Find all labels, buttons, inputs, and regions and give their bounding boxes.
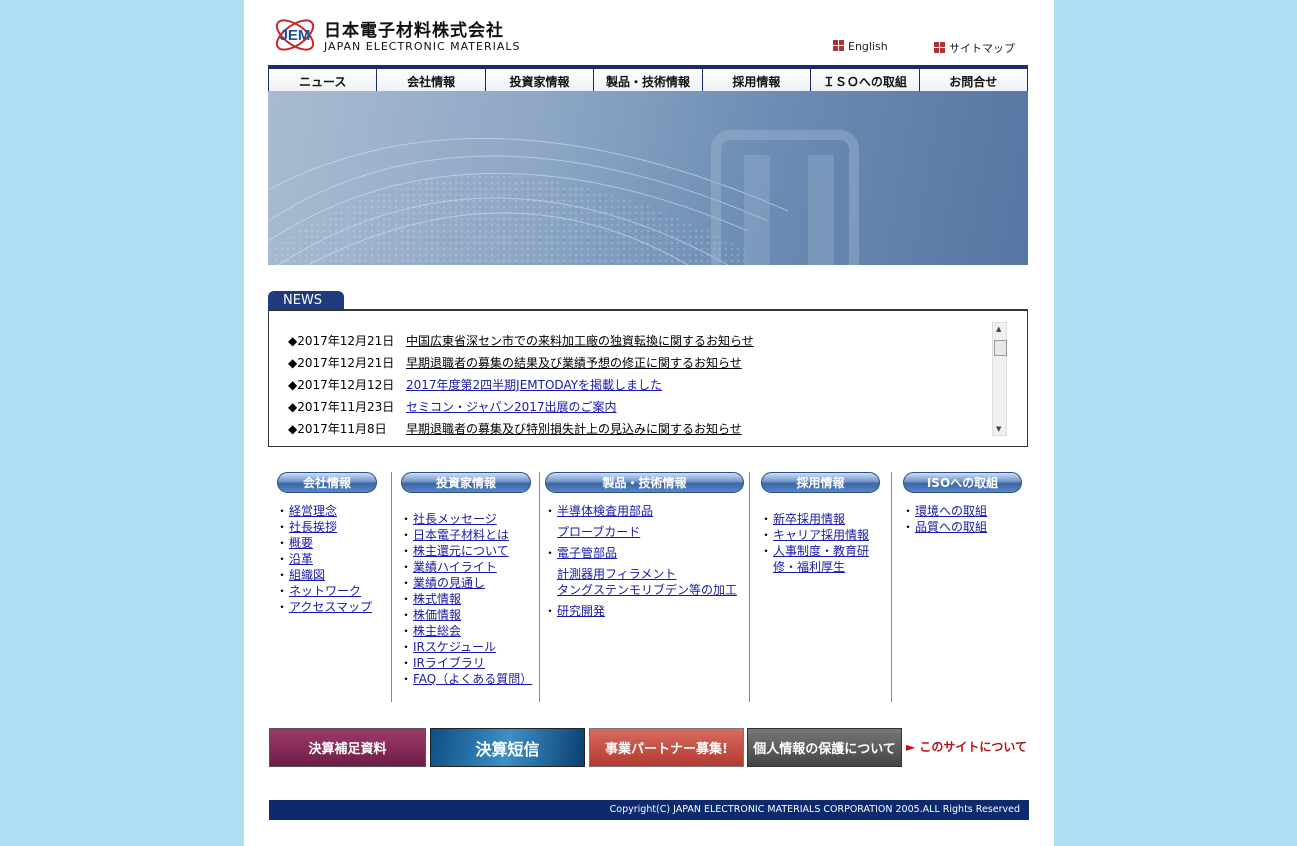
news-link[interactable]: 早期退職者の募集の結果及び業績予想の修正に関するお知らせ xyxy=(406,356,742,370)
list-item: 沿革 xyxy=(276,551,372,567)
list-item: FAQ（よくある質問） xyxy=(400,671,533,687)
company-links: 経営理念 社長挨拶 概要 沿革 組織図 ネットワーク アクセスマップ xyxy=(276,503,372,615)
jem-logo-icon: JEM xyxy=(275,19,315,51)
products-heading[interactable]: 製品・技術情報 xyxy=(545,472,744,493)
news-item: ◆2017年11月23日 セミコン・ジャパン2017出展のご案内 xyxy=(288,400,617,414)
list-item: 計測器用フィラメント xyxy=(557,567,677,581)
column-divider xyxy=(391,472,392,702)
list-item: タングステンモリブデン等の加工 xyxy=(557,583,738,597)
about-site-link[interactable]: ► このサイトについて xyxy=(906,738,1027,755)
english-link[interactable]: English xyxy=(833,40,888,53)
list-item: 人事制度・教育研修・福利厚生 xyxy=(760,543,875,575)
list-item: IRライブラリ xyxy=(400,655,533,671)
list-item: 品質への取組 xyxy=(902,519,987,535)
products-links: 半導体検査用部品 プローブカード 電子管部品 計測器用フィラメント タングステン… xyxy=(544,503,745,619)
list-item: 業績ハイライト xyxy=(400,559,533,575)
list-item: 社長挨拶 xyxy=(276,519,372,535)
list-item: 電子管部品 xyxy=(544,545,745,561)
iso-links: 環境への取組 品質への取組 xyxy=(902,503,987,535)
list-item: 組織図 xyxy=(276,567,372,583)
list-item: IRスケジュール xyxy=(400,639,533,655)
list-item: 業績の見通し xyxy=(400,575,533,591)
news-link[interactable]: 中国広東省深セン市での来料加工廠の独資転換に関するお知らせ xyxy=(406,334,754,348)
news-item: ◆2017年12月12日 2017年度第2四半期JEMTODAYを掲載しました xyxy=(288,378,663,392)
financial-supplement-banner[interactable]: 決算補足資料 xyxy=(269,728,426,767)
recruit-heading[interactable]: 採用情報 xyxy=(761,472,880,493)
list-item: 株主還元について xyxy=(400,543,533,559)
news-title: NEWS xyxy=(268,291,344,310)
scroll-up-icon[interactable]: ▲ xyxy=(996,325,1001,333)
recruit-links: 新卒採用情報 キャリア採用情報 人事制度・教育研修・福利厚生 xyxy=(760,511,875,575)
sitemap-link[interactable]: サイトマップ xyxy=(934,40,1015,56)
global-nav: ニュース 会社情報 投資家情報 製品・技術情報 採用情報 ＩＳＯへの取組 お問合… xyxy=(268,65,1028,94)
grid-bullet-icon xyxy=(934,42,945,53)
investor-heading[interactable]: 投資家情報 xyxy=(401,472,531,493)
list-item: 経営理念 xyxy=(276,503,372,519)
column-divider xyxy=(539,472,540,702)
scroll-thumb[interactable] xyxy=(994,340,1007,356)
partner-recruit-banner[interactable]: 事業パートナー募集! xyxy=(589,728,744,767)
news-item: ◆2017年11月8日 早期退職者の募集及び特別損失計上の見込みに関するお知らせ xyxy=(288,422,742,436)
list-item: 株式情報 xyxy=(400,591,533,607)
company-logo[interactable]: JEM 日本電子材料株式会社 JAPAN ELECTRONIC MATERIAL… xyxy=(272,13,520,59)
page: JEM 日本電子材料株式会社 JAPAN ELECTRONIC MATERIAL… xyxy=(244,0,1054,846)
list-item: 概要 xyxy=(276,535,372,551)
news-link[interactable]: 2017年度第2四半期JEMTODAYを掲載しました xyxy=(406,378,662,392)
iso-heading[interactable]: ISOへの取組 xyxy=(903,472,1022,493)
news-list: ◆2017年12月21日 中国広東省深セン市での来料加工廠の独資転換に関するお知ら… xyxy=(268,310,1028,447)
list-item: 環境への取組 xyxy=(902,503,987,519)
list-item: 株主総会 xyxy=(400,623,533,639)
svg-text:JEM: JEM xyxy=(280,27,311,44)
column-divider xyxy=(749,472,750,702)
scroll-down-icon[interactable]: ▼ xyxy=(996,425,1001,433)
list-item: プローブカード xyxy=(557,525,641,539)
column-divider xyxy=(891,472,892,702)
footer-copyright: Copyright(C) JAPAN ELECTRONIC MATERIALS … xyxy=(269,800,1029,820)
list-item: ネットワーク xyxy=(276,583,372,599)
news-item: ◆2017年12月21日 早期退職者の募集の結果及び業績予想の修正に関するお知らせ xyxy=(288,356,742,370)
company-name-en: JAPAN ELECTRONIC MATERIALS xyxy=(324,40,521,53)
news-link[interactable]: 早期退職者の募集及び特別損失計上の見込みに関するお知らせ xyxy=(406,422,742,436)
list-item: 新卒採用情報 xyxy=(760,511,875,527)
list-item: 株価情報 xyxy=(400,607,533,623)
privacy-policy-banner[interactable]: 個人情報の保護について xyxy=(747,728,902,767)
list-item: 半導体検査用部品 xyxy=(544,503,745,519)
hero-image xyxy=(268,91,1028,265)
earnings-report-banner[interactable]: 決算短信 xyxy=(430,728,585,767)
list-item: 研究開発 xyxy=(544,603,745,619)
company-name-jp: 日本電子材料株式会社 xyxy=(324,21,504,41)
list-item: 社長メッセージ xyxy=(400,511,533,527)
company-heading[interactable]: 会社情報 xyxy=(277,472,377,493)
grid-bullet-icon xyxy=(833,40,844,51)
news-link[interactable]: セミコン・ジャパン2017出展のご案内 xyxy=(406,400,617,414)
list-item: 日本電子材料とは xyxy=(400,527,533,543)
news-scrollbar[interactable]: ▲ ▼ xyxy=(992,322,1007,436)
list-item: キャリア採用情報 xyxy=(760,527,875,543)
circuit-illustration xyxy=(268,130,859,265)
investor-links: 社長メッセージ 日本電子材料とは 株主還元について 業績ハイライト 業績の見通し… xyxy=(400,511,533,687)
list-item: アクセスマップ xyxy=(276,599,372,615)
news-item: ◆2017年12月21日 中国広東省深セン市での来料加工廠の独資転換に関するお知ら… xyxy=(288,334,754,348)
